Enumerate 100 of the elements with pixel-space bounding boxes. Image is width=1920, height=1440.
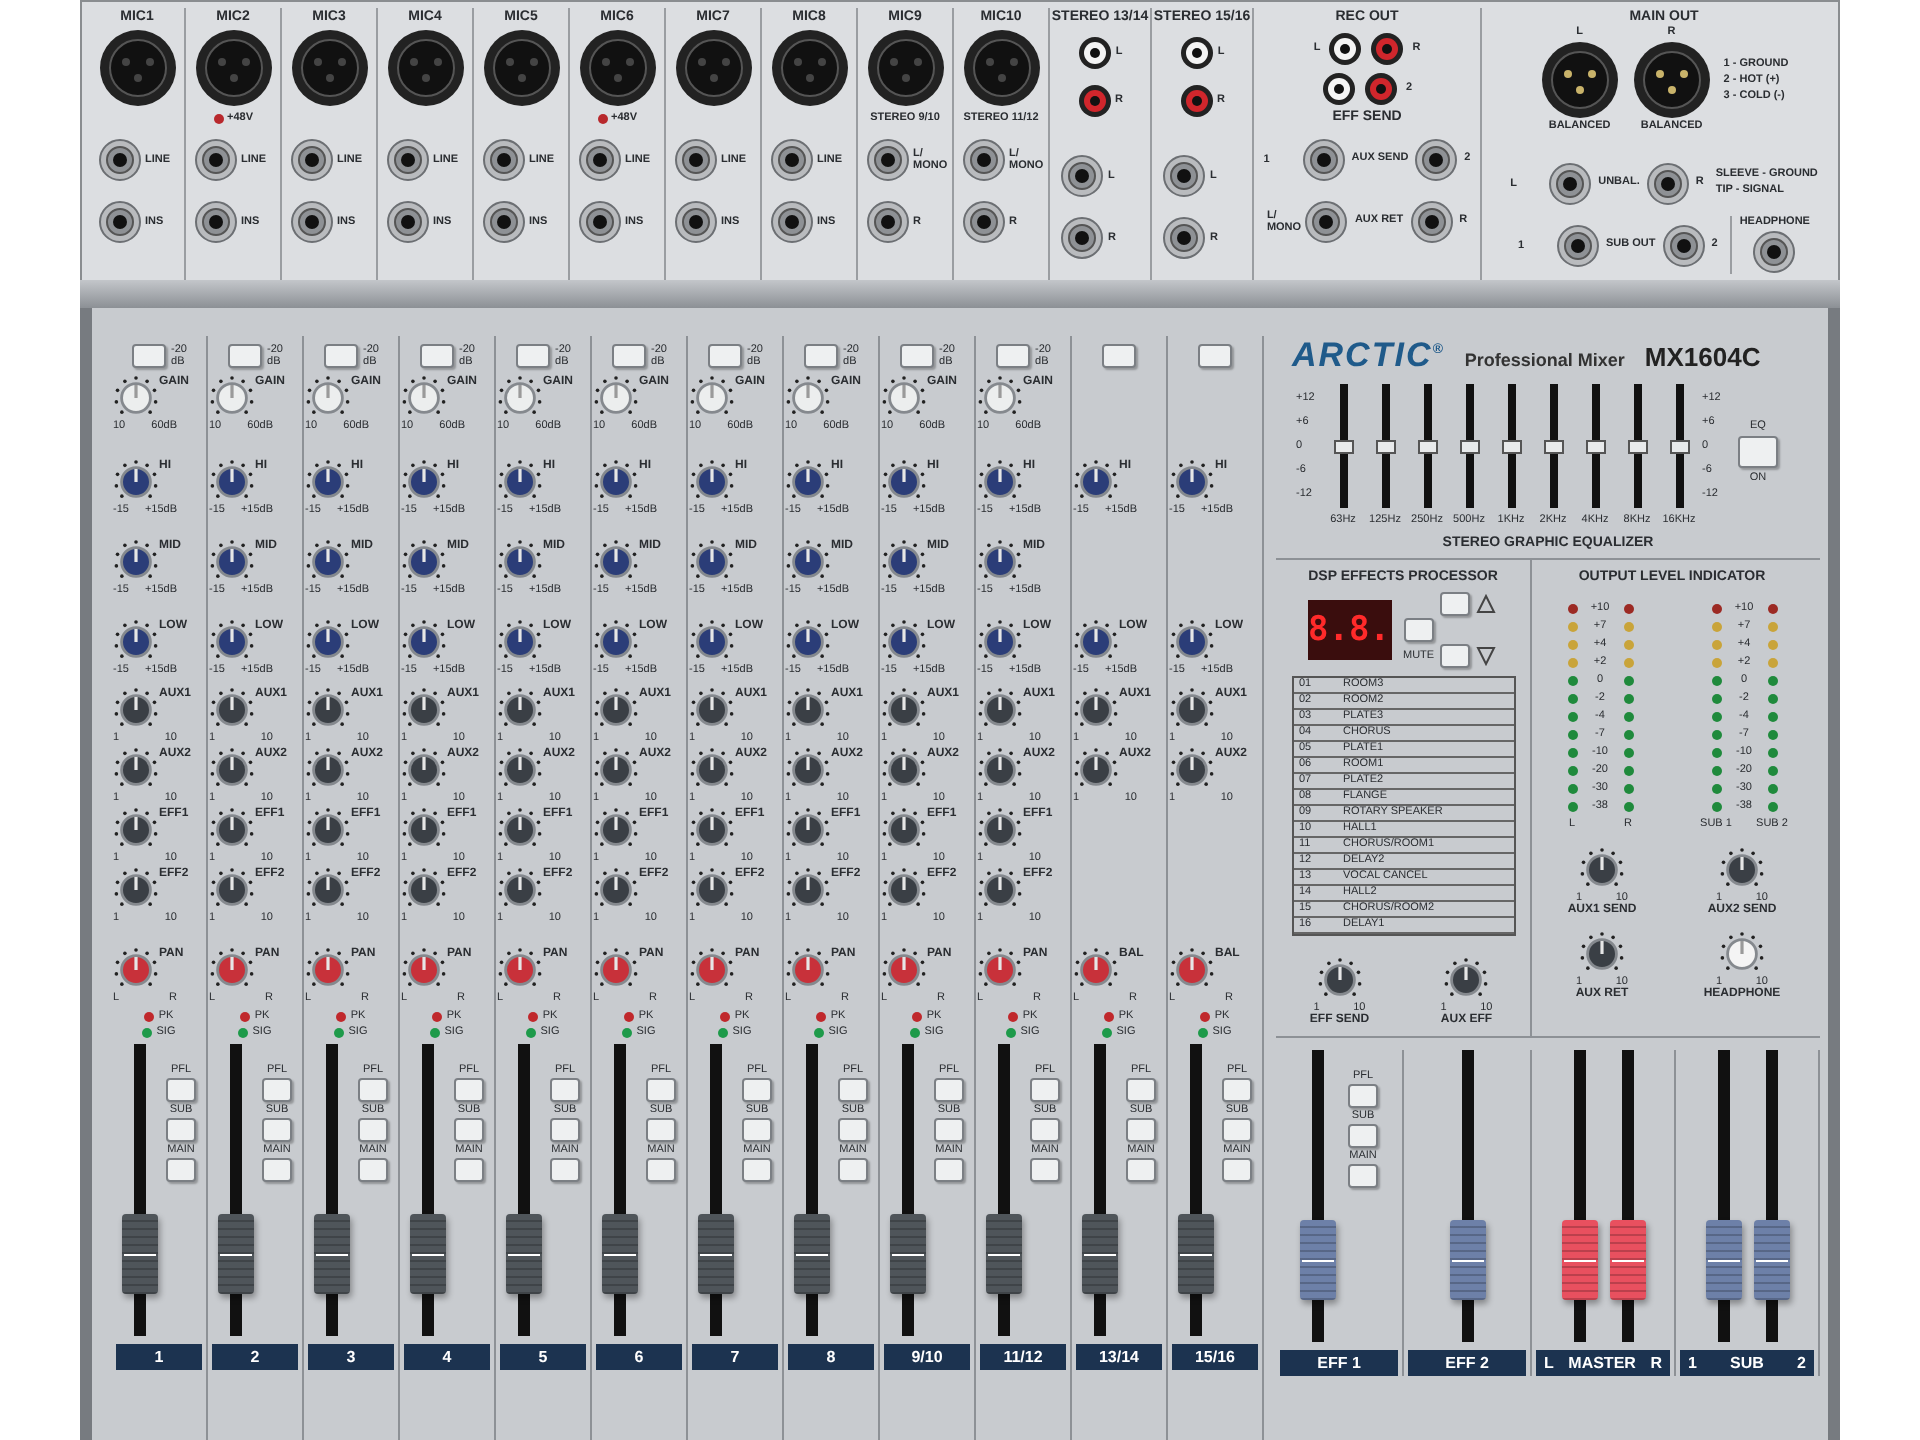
fader-knob[interactable] (1609, 1219, 1645, 1300)
pad-button[interactable] (1198, 344, 1232, 368)
knob[interactable] (785, 376, 829, 420)
knob[interactable] (881, 620, 925, 664)
push-button[interactable] (838, 1078, 868, 1102)
pad-button[interactable] (515, 344, 550, 368)
knob[interactable] (1317, 958, 1362, 1002)
push-button[interactable] (358, 1118, 388, 1142)
knob[interactable] (881, 688, 925, 732)
pad-button[interactable] (611, 344, 646, 368)
knob[interactable] (497, 748, 541, 792)
push-button[interactable] (262, 1158, 292, 1182)
knob[interactable] (593, 376, 637, 420)
fader-knob[interactable] (698, 1213, 734, 1294)
knob[interactable] (977, 376, 1021, 420)
knob[interactable] (401, 868, 445, 912)
pad-button[interactable] (995, 344, 1030, 368)
push-button[interactable] (166, 1158, 196, 1182)
push-button[interactable] (934, 1158, 964, 1182)
knob[interactable] (497, 460, 541, 504)
knob[interactable] (401, 376, 445, 420)
knob[interactable] (785, 460, 829, 504)
knob[interactable] (401, 460, 445, 504)
knob[interactable] (305, 868, 349, 912)
knob[interactable] (785, 948, 829, 992)
push-button[interactable] (358, 1158, 388, 1182)
slider-knob[interactable] (1543, 439, 1563, 453)
knob[interactable] (305, 540, 349, 584)
knob[interactable] (497, 808, 541, 852)
knob[interactable] (785, 620, 829, 664)
push-button[interactable] (1126, 1158, 1156, 1182)
knob[interactable] (113, 376, 157, 420)
knob[interactable] (785, 748, 829, 792)
push-button[interactable] (262, 1118, 292, 1142)
knob[interactable] (305, 688, 349, 732)
knob[interactable] (881, 376, 925, 420)
knob[interactable] (1169, 688, 1213, 732)
knob[interactable] (785, 808, 829, 852)
fader-knob[interactable] (794, 1213, 830, 1294)
knob[interactable] (113, 868, 157, 912)
knob[interactable] (305, 620, 349, 664)
slider-knob[interactable] (1501, 439, 1521, 453)
pad-button[interactable] (707, 344, 742, 368)
knob[interactable] (593, 540, 637, 584)
push-button[interactable] (646, 1078, 676, 1102)
knob[interactable] (593, 460, 637, 504)
fader-knob[interactable] (1300, 1219, 1336, 1300)
knob[interactable] (209, 948, 253, 992)
slider-knob[interactable] (1375, 439, 1395, 453)
push-button[interactable] (166, 1078, 196, 1102)
push-button[interactable] (646, 1158, 676, 1182)
knob[interactable] (881, 460, 925, 504)
push-button[interactable] (1030, 1078, 1060, 1102)
push-button[interactable] (1030, 1158, 1060, 1182)
slider-knob[interactable] (1627, 439, 1647, 453)
knob[interactable] (401, 748, 445, 792)
push-button[interactable] (1222, 1078, 1252, 1102)
knob[interactable] (593, 688, 637, 732)
knob[interactable] (881, 540, 925, 584)
knob[interactable] (113, 808, 157, 852)
knob[interactable] (1169, 620, 1213, 664)
knob[interactable] (113, 460, 157, 504)
knob[interactable] (401, 540, 445, 584)
slider-knob[interactable] (1585, 439, 1605, 453)
push-button[interactable] (838, 1158, 868, 1182)
eq-switch[interactable] (1738, 436, 1778, 468)
knob[interactable] (113, 620, 157, 664)
knob[interactable] (305, 948, 349, 992)
knob[interactable] (497, 688, 541, 732)
pad-button[interactable] (419, 344, 454, 368)
push-button[interactable] (1030, 1118, 1060, 1142)
knob[interactable] (497, 948, 541, 992)
down-button[interactable] (1439, 644, 1469, 668)
knob[interactable] (1580, 932, 1624, 976)
knob[interactable] (209, 376, 253, 420)
knob[interactable] (1073, 948, 1117, 992)
knob[interactable] (689, 620, 733, 664)
pad-button[interactable] (227, 344, 262, 368)
knob[interactable] (593, 948, 637, 992)
pad-button[interactable] (1102, 344, 1136, 368)
fader-knob[interactable] (218, 1213, 254, 1294)
push-button[interactable] (1126, 1118, 1156, 1142)
knob[interactable] (977, 808, 1021, 852)
pad-button[interactable] (131, 344, 166, 368)
knob[interactable] (689, 748, 733, 792)
knob[interactable] (593, 748, 637, 792)
fader-knob[interactable] (122, 1213, 158, 1294)
push-button[interactable] (550, 1118, 580, 1142)
knob[interactable] (593, 868, 637, 912)
knob[interactable] (113, 688, 157, 732)
pad-button[interactable] (899, 344, 934, 368)
push-button[interactable] (166, 1118, 196, 1142)
knob[interactable] (785, 540, 829, 584)
knob[interactable] (209, 620, 253, 664)
push-button[interactable] (646, 1118, 676, 1142)
knob[interactable] (305, 376, 349, 420)
knob[interactable] (305, 748, 349, 792)
push-button[interactable] (1222, 1158, 1252, 1182)
fader-knob[interactable] (410, 1213, 446, 1294)
knob[interactable] (689, 868, 733, 912)
